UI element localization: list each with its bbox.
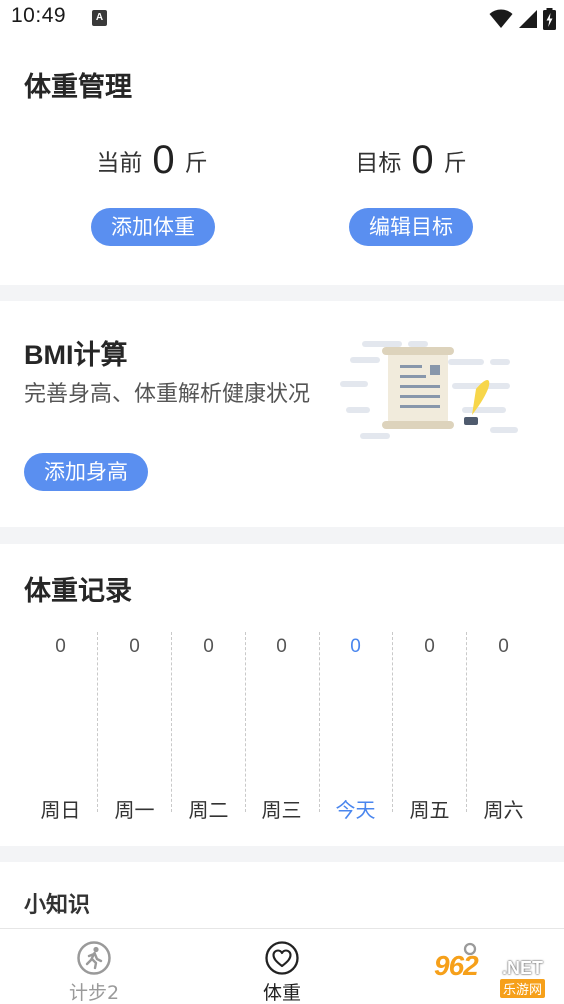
- day-column: 0 周三: [245, 632, 318, 822]
- scroll-document-illustration: [340, 341, 518, 439]
- status-indicators: [489, 7, 556, 31]
- day-column: 0 周五: [393, 632, 466, 822]
- battery-icon: [543, 8, 556, 30]
- walking-person-icon: [77, 941, 111, 975]
- current-weight-label: 当前: [96, 150, 143, 177]
- day-label: 周六: [483, 798, 524, 822]
- watermark-number: 962: [434, 950, 479, 981]
- current-weight: 当前 0 斤: [52, 138, 252, 183]
- day-column: 0 周日: [24, 632, 97, 822]
- weight-management-title: 体重管理: [24, 72, 132, 102]
- day-value: 0: [276, 636, 287, 657]
- tips-card: 小知识: [0, 862, 564, 928]
- status-time: 10:49: [11, 4, 67, 27]
- target-weight-value: 0: [411, 138, 434, 182]
- edit-target-button[interactable]: 编辑目标: [349, 208, 473, 246]
- day-value: 0: [203, 636, 214, 657]
- notification-icon: A: [92, 10, 107, 26]
- watermark-suffix: .NET: [502, 958, 544, 978]
- current-weight-unit: 斤: [184, 150, 208, 177]
- day-value: 0: [350, 636, 361, 657]
- day-label: 今天: [335, 798, 376, 822]
- target-weight-label: 目标: [355, 150, 402, 177]
- target-weight: 目标 0 斤: [311, 138, 511, 183]
- add-weight-button[interactable]: 添加体重: [91, 208, 215, 246]
- heart-icon: [265, 941, 299, 975]
- day-label: 周二: [188, 798, 229, 822]
- weight-record-chart: 0 周日 0 周一 0 周二 0 周三 0 今天 0 周五 0 周六: [24, 632, 540, 827]
- weight-record-title: 体重记录: [24, 576, 132, 606]
- current-weight-value: 0: [152, 138, 175, 182]
- day-value: 0: [129, 636, 140, 657]
- add-height-button[interactable]: 添加身高: [24, 453, 148, 491]
- day-value: 0: [424, 636, 435, 657]
- bmi-title: BMI计算: [24, 340, 128, 370]
- day-label: 周五: [409, 798, 450, 822]
- tab-step[interactable]: 计步2: [34, 929, 154, 1004]
- target-weight-unit: 斤: [443, 150, 467, 177]
- signal-icon: [519, 10, 537, 28]
- status-bar: 10:49 A: [0, 0, 564, 38]
- day-column: 0 周六: [467, 632, 540, 822]
- watermark-chinese: 乐游网: [500, 979, 546, 998]
- weight-record-card: 体重记录 0 周日 0 周一 0 周二 0 周三 0 今天 0 周五 0 周六: [0, 544, 564, 846]
- tab-weight[interactable]: 体重: [222, 929, 342, 1004]
- weight-management-card: 体重管理 当前 0 斤 目标 0 斤 添加体重 编辑目标: [0, 38, 564, 285]
- bmi-card: BMI计算 完善身高、体重解析健康状况 添加身高: [0, 301, 564, 527]
- tips-title: 小知识: [24, 893, 91, 918]
- day-column-today: 0 今天: [319, 632, 392, 822]
- tab-step-label: 计步2: [68, 982, 120, 1004]
- site-watermark-logo: 962 .NET 乐游网: [424, 948, 560, 1000]
- day-column: 0 周一: [98, 632, 171, 822]
- day-label: 周一: [114, 798, 155, 822]
- wifi-icon: [489, 9, 513, 28]
- tab-weight-label: 体重: [262, 982, 301, 1004]
- day-column: 0 周二: [172, 632, 245, 822]
- day-value: 0: [498, 636, 509, 657]
- day-label: 周日: [40, 798, 81, 822]
- bmi-description: 完善身高、体重解析健康状况: [24, 382, 311, 407]
- day-value: 0: [55, 636, 66, 657]
- day-label: 周三: [261, 798, 302, 822]
